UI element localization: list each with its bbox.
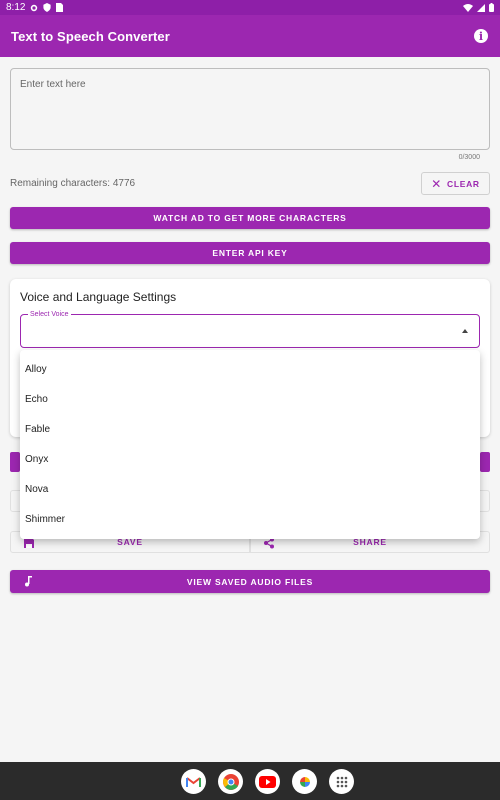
app-dock — [181, 769, 354, 794]
voice-settings-title: Voice and Language Settings — [20, 290, 177, 304]
settings-icon — [31, 4, 38, 11]
remaining-characters: Remaining characters: 4776 — [10, 178, 136, 189]
view-saved-audio-button[interactable]: VIEW SAVED AUDIO FILES — [10, 570, 490, 593]
hidden-button-left-edge — [10, 452, 20, 472]
text-input[interactable]: Enter text here — [10, 68, 490, 150]
voice-select-label: Select Voice — [28, 310, 71, 319]
voice-dropdown-menu: Alloy Echo Fable Onyx Nova Shimmer — [20, 350, 480, 539]
voice-option-onyx[interactable]: Onyx — [20, 444, 480, 474]
voice-select[interactable]: Select Voice — [20, 310, 480, 348]
status-bar: 8:12 — [0, 0, 500, 15]
text-input-placeholder: Enter text here — [20, 79, 86, 90]
watch-ad-button-label: WATCH AD TO GET MORE CHARACTERS — [153, 213, 347, 223]
app-drawer-icon[interactable] — [329, 769, 354, 794]
clear-button-label: CLEAR — [446, 178, 480, 189]
info-icon[interactable]: i — [474, 29, 488, 43]
wifi-icon — [463, 3, 473, 12]
voice-option-nova[interactable]: Nova — [20, 474, 480, 504]
hidden-button-right-edge — [480, 452, 490, 472]
app-bar: Text to Speech Converter i — [0, 15, 500, 57]
close-icon: ✕ — [431, 176, 442, 191]
app-title: Text to Speech Converter — [11, 28, 170, 44]
gmail-icon[interactable] — [181, 769, 206, 794]
status-time: 8:12 — [6, 2, 26, 13]
sim-icon — [56, 3, 64, 12]
watch-ad-button[interactable]: WATCH AD TO GET MORE CHARACTERS — [10, 207, 490, 229]
youtube-icon[interactable] — [255, 769, 280, 794]
clear-button[interactable]: ✕ CLEAR — [421, 172, 490, 195]
battery-icon — [489, 3, 494, 12]
voice-option-alloy[interactable]: Alloy — [20, 354, 480, 384]
view-saved-audio-button-label: VIEW SAVED AUDIO FILES — [186, 576, 314, 587]
enter-api-key-button-label: ENTER API KEY — [212, 248, 288, 258]
photos-icon[interactable] — [292, 769, 317, 794]
voice-option-echo[interactable]: Echo — [20, 384, 480, 414]
enter-api-key-button[interactable]: ENTER API KEY — [10, 242, 490, 264]
signal-icon — [477, 3, 485, 12]
shield-icon — [43, 3, 52, 12]
voice-option-fable[interactable]: Fable — [20, 414, 480, 444]
character-counter: 0/3000 — [458, 154, 480, 161]
dropdown-arrow-icon[interactable] — [462, 329, 468, 333]
voice-option-shimmer[interactable]: Shimmer — [20, 504, 480, 534]
music-note-icon — [25, 576, 32, 587]
chrome-icon[interactable] — [218, 769, 243, 794]
